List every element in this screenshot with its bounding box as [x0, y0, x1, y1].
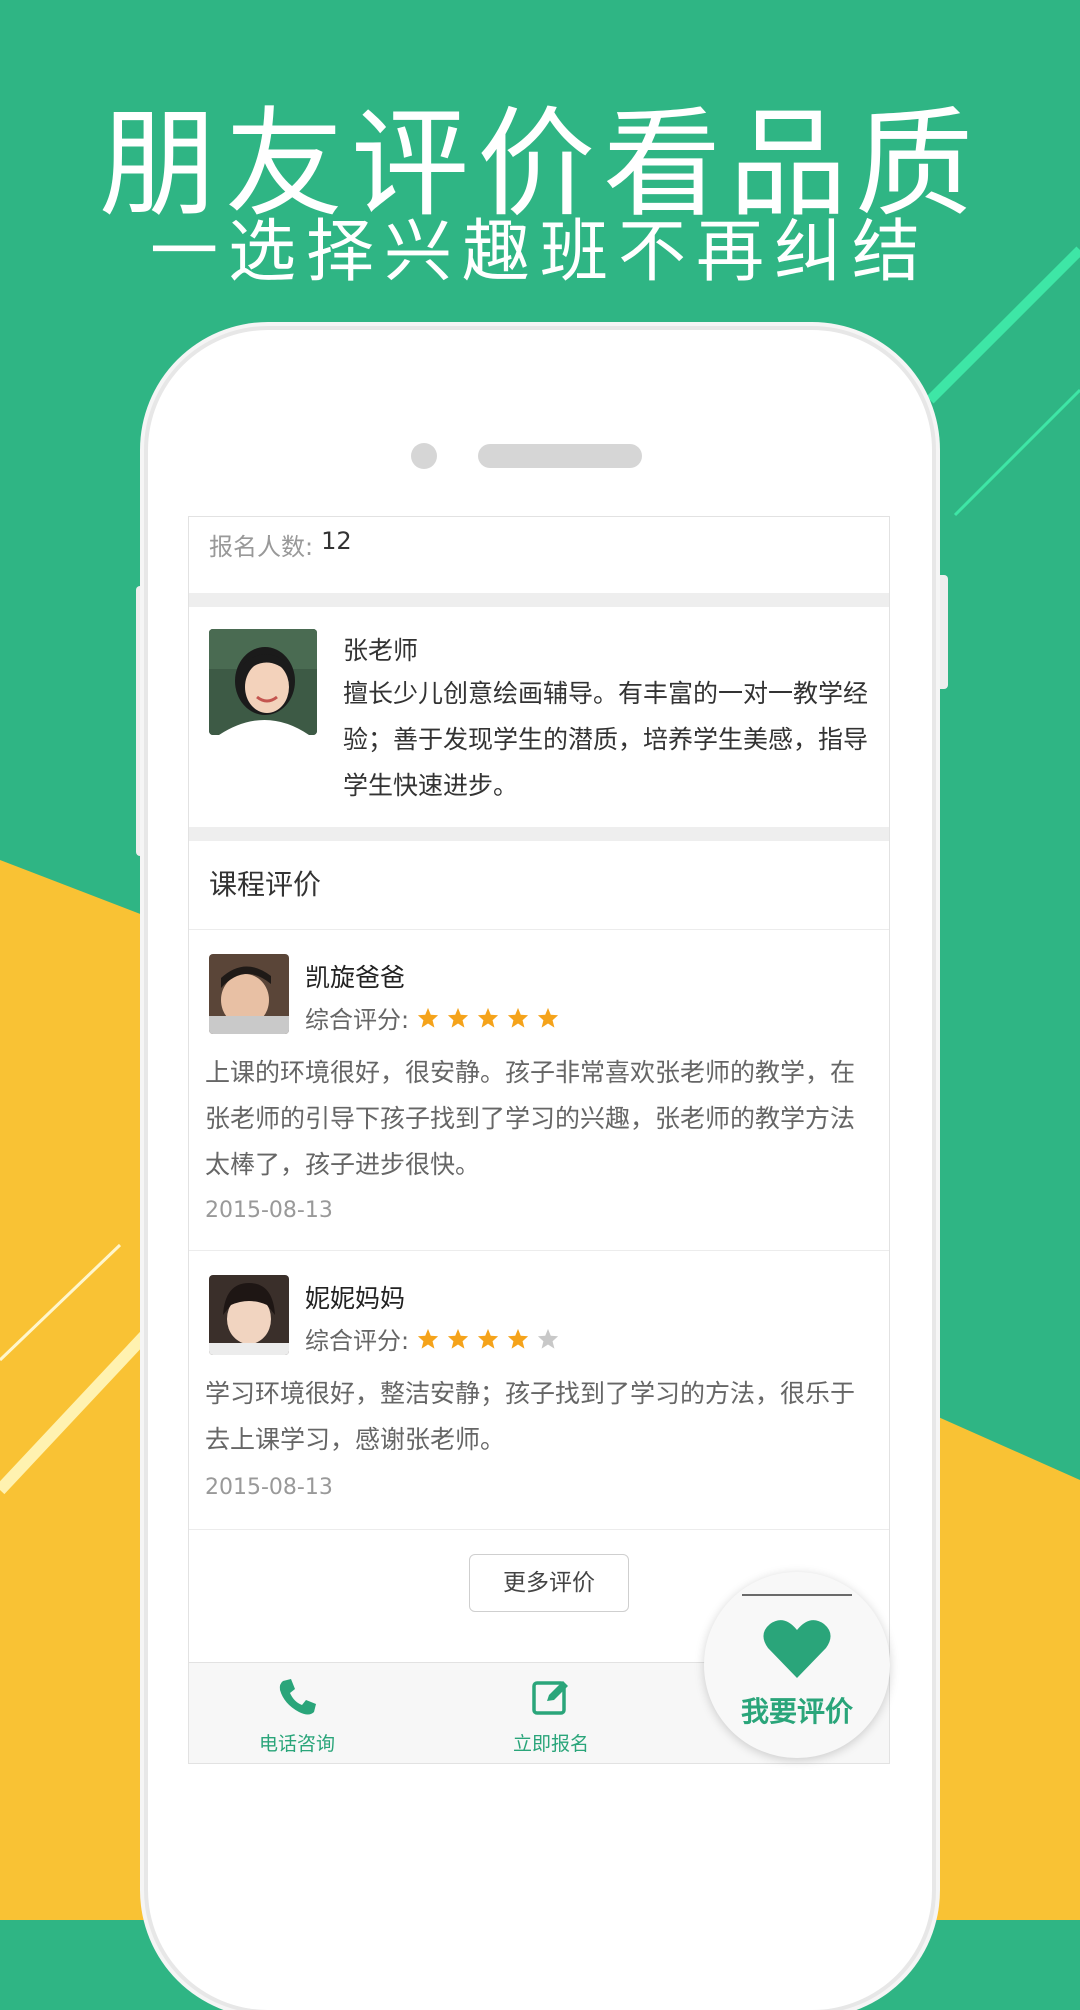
heart-icon [763, 1620, 831, 1678]
star-rating [417, 1007, 567, 1029]
teacher-name: 张老师 [343, 636, 419, 665]
star-filled-icon [478, 1007, 499, 1028]
tab-signup-label: 立即报名 [512, 1733, 589, 1755]
reviewer-name: 妮妮妈妈 [305, 1284, 406, 1313]
reviewer-avatar [209, 1275, 289, 1355]
score-label: 综合评分: [305, 1327, 410, 1355]
review-item: 妮妮妈妈 综合评分: 学习环境很好，整洁安静；孩子找到了学习的方法，很乐于去上课… [189, 1251, 889, 1530]
phone-camera [411, 443, 437, 469]
star-filled-icon [478, 1328, 499, 1349]
star-filled-icon [418, 1328, 439, 1349]
score-label: 综合评分: [305, 1006, 410, 1034]
teacher-card[interactable]: 张老师 擅长少儿创意绘画辅导。有丰富的一对一教学经验；善于发现学生的潜质，培养学… [189, 607, 889, 827]
phone-side-button-right [936, 575, 948, 689]
write-review-label: 我要评价 [740, 1695, 853, 1728]
star-empty-icon [538, 1328, 559, 1349]
fab-divider [742, 1594, 852, 1596]
review-score: 综合评分: [305, 1321, 567, 1356]
tab-signup[interactable]: 立即报名 [471, 1675, 631, 1756]
star-filled-icon [508, 1328, 529, 1349]
enroll-count-value: 12 [321, 527, 352, 555]
write-review-button[interactable]: 我要评价 [704, 1572, 890, 1758]
section-divider [189, 593, 889, 607]
star-filled-icon [418, 1007, 439, 1028]
phone-speaker [478, 444, 642, 468]
review-score: 综合评分: [305, 1000, 567, 1035]
reviews-section-title: 课程评价 [189, 841, 889, 930]
more-reviews-button[interactable]: 更多评价 [469, 1554, 629, 1612]
star-filled-icon [538, 1007, 559, 1028]
section-divider [189, 827, 889, 841]
enroll-count-row: 报名人数: 12 [189, 517, 889, 593]
edit-icon [532, 1681, 568, 1715]
phone-icon [279, 1679, 316, 1715]
star-filled-icon [508, 1007, 529, 1028]
reviewer-name: 凯旋爸爸 [305, 963, 406, 992]
reviewer-avatar [209, 954, 289, 1034]
star-rating [417, 1328, 567, 1350]
review-item: 凯旋爸爸 综合评分: 上课的环境很好，很安静。孩子非常喜欢张老师的教学，在张老师… [189, 930, 889, 1251]
teacher-description: 擅长少儿创意绘画辅导。有丰富的一对一教学经验；善于发现学生的潜质，培养学生美感，… [343, 679, 869, 800]
review-date: 2015-08-13 [205, 1475, 333, 1500]
star-filled-icon [448, 1328, 469, 1349]
review-text: 学习环境很好，整洁安静；孩子找到了学习的方法，很乐于去上课学习，感谢张老师。 [205, 1379, 856, 1454]
teacher-avatar [209, 629, 317, 735]
star-filled-icon [448, 1007, 469, 1028]
review-date: 2015-08-13 [205, 1198, 333, 1223]
tab-phone-consult[interactable]: 电话咨询 [217, 1675, 377, 1756]
tab-phone-consult-label: 电话咨询 [258, 1733, 335, 1755]
banner-subtitle: 一选择兴趣班不再纠结 [149, 213, 930, 292]
review-text: 上课的环境很好，很安静。孩子非常喜欢张老师的教学，在张老师的引导下孩子找到了学习… [205, 1058, 856, 1179]
enroll-count-label: 报名人数: [209, 533, 314, 561]
